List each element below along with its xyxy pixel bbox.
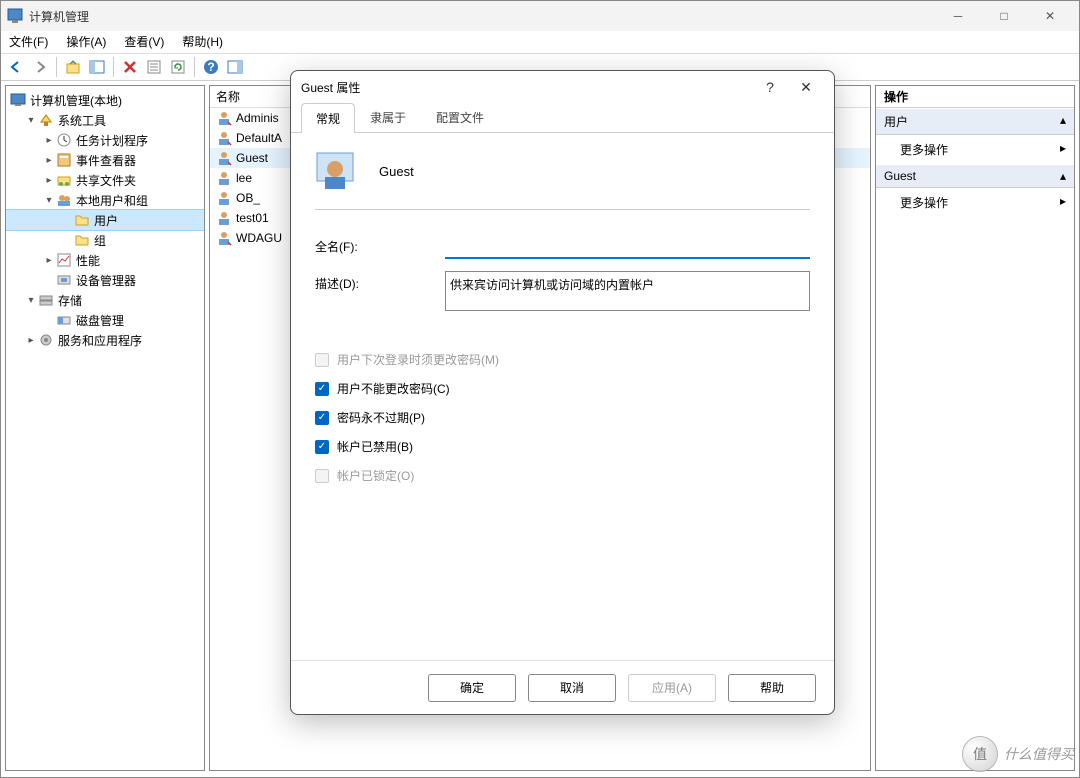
properties-dialog: Guest 属性 ? ✕ 常规 隶属于 配置文件 Guest 全名(F): 描述…	[290, 70, 835, 715]
tree-users[interactable]: 用户	[6, 210, 204, 230]
svg-text:?: ?	[207, 60, 214, 74]
folder-icon	[74, 232, 90, 248]
collapse-icon[interactable]: ▾	[24, 295, 38, 306]
description-label: 描述(D):	[315, 271, 445, 292]
watermark-text: 什么值得买	[1004, 744, 1074, 764]
refresh-button[interactable]	[167, 56, 189, 78]
fullname-label: 全名(F):	[315, 234, 445, 255]
expand-icon[interactable]: ▸	[42, 155, 56, 166]
tab-profile[interactable]: 配置文件	[421, 102, 499, 132]
expand-icon[interactable]: ▸	[42, 255, 56, 266]
expand-icon[interactable]: ▸	[24, 335, 38, 346]
apply-button[interactable]: 应用(A)	[628, 674, 716, 702]
help-button[interactable]: ?	[200, 56, 222, 78]
collapse-icon: ▴	[1060, 113, 1066, 130]
user-icon	[216, 130, 232, 146]
tree-system-tools[interactable]: ▾系统工具	[6, 110, 204, 130]
titlebar: 计算机管理 ─ □ ✕	[1, 1, 1079, 31]
collapse-icon[interactable]: ▾	[42, 195, 56, 206]
dialog-title: Guest 属性	[301, 79, 752, 96]
tab-strip: 常规 隶属于 配置文件	[291, 103, 834, 133]
actions-section-guest[interactable]: Guest▴	[876, 164, 1074, 188]
tree-root[interactable]: 计算机管理(本地)	[6, 90, 204, 110]
chevron-right-icon: ▸	[1060, 141, 1066, 158]
user-large-icon	[315, 151, 355, 191]
tree-performance[interactable]: ▸性能	[6, 250, 204, 270]
actions-section-users[interactable]: 用户▴	[876, 108, 1074, 135]
checkbox-icon	[315, 469, 329, 483]
tree-groups[interactable]: 组	[6, 230, 204, 250]
collapse-icon[interactable]: ▾	[24, 115, 38, 126]
tree-pane: 计算机管理(本地) ▾系统工具 ▸任务计划程序 ▸事件查看器 ▸共享文件夹 ▾本…	[5, 85, 205, 771]
menu-file[interactable]: 文件(F)	[7, 31, 50, 52]
tree-task-scheduler[interactable]: ▸任务计划程序	[6, 130, 204, 150]
tab-memberof[interactable]: 隶属于	[355, 102, 421, 132]
properties-button[interactable]	[143, 56, 165, 78]
cancel-button[interactable]: 取消	[528, 674, 616, 702]
computer-icon	[10, 92, 26, 108]
show-hide-tree-button[interactable]	[86, 56, 108, 78]
watermark: 值 什么值得买	[962, 736, 1074, 772]
ok-button[interactable]: 确定	[428, 674, 516, 702]
checkbox-icon	[315, 353, 329, 367]
tree-shared-folders[interactable]: ▸共享文件夹	[6, 170, 204, 190]
checkbox-cannot-change-password[interactable]: ✓ 用户不能更改密码(C)	[315, 380, 810, 397]
tree-local-users-groups[interactable]: ▾本地用户和组	[6, 190, 204, 210]
checkbox-icon: ✓	[315, 440, 329, 454]
checkbox-account-disabled[interactable]: ✓ 帐户已禁用(B)	[315, 438, 810, 455]
tree-disk-management[interactable]: 磁盘管理	[6, 310, 204, 330]
checkbox-must-change-password: 用户下次登录时须更改密码(M)	[315, 351, 810, 368]
dialog-close-button[interactable]: ✕	[788, 79, 824, 96]
checkbox-icon: ✓	[315, 411, 329, 425]
help-button[interactable]: 帮助	[728, 674, 816, 702]
maximize-button[interactable]: □	[981, 1, 1027, 31]
tab-general[interactable]: 常规	[301, 103, 355, 133]
collapse-icon: ▴	[1060, 169, 1066, 183]
checkbox-password-never-expires[interactable]: ✓ 密码永不过期(P)	[315, 409, 810, 426]
actions-more-users[interactable]: 更多操作▸	[876, 135, 1074, 164]
minimize-button[interactable]: ─	[935, 1, 981, 31]
user-icon	[216, 170, 232, 186]
close-button[interactable]: ✕	[1027, 1, 1073, 31]
tree-services-apps[interactable]: ▸服务和应用程序	[6, 330, 204, 350]
user-icon	[216, 150, 232, 166]
menu-view[interactable]: 查看(V)	[122, 31, 166, 52]
user-icon	[216, 210, 232, 226]
dialog-titlebar: Guest 属性 ? ✕	[291, 71, 834, 103]
tree-storage[interactable]: ▾存储	[6, 290, 204, 310]
delete-button[interactable]	[119, 56, 141, 78]
app-icon	[7, 8, 23, 24]
forward-button[interactable]	[29, 56, 51, 78]
menubar: 文件(F) 操作(A) 查看(V) 帮助(H)	[1, 31, 1079, 53]
show-hide-action-pane-button[interactable]	[224, 56, 246, 78]
fullname-input[interactable]	[445, 234, 810, 259]
user-icon	[216, 190, 232, 206]
watermark-icon: 值	[962, 736, 998, 772]
folder-icon	[74, 212, 90, 228]
expand-icon[interactable]: ▸	[42, 135, 56, 146]
window-title: 计算机管理	[29, 8, 935, 25]
checkbox-icon: ✓	[315, 382, 329, 396]
expand-icon[interactable]: ▸	[42, 175, 56, 186]
actions-pane: 操作 用户▴ 更多操作▸ Guest▴ 更多操作▸	[875, 85, 1075, 771]
tree-event-viewer[interactable]: ▸事件查看器	[6, 150, 204, 170]
user-icon	[216, 230, 232, 246]
checkbox-account-locked: 帐户已锁定(O)	[315, 467, 810, 484]
menu-help[interactable]: 帮助(H)	[180, 31, 225, 52]
menu-action[interactable]: 操作(A)	[64, 31, 108, 52]
actions-header: 操作	[876, 86, 1074, 108]
dialog-help-button[interactable]: ?	[752, 79, 788, 95]
back-button[interactable]	[5, 56, 27, 78]
tree-device-manager[interactable]: 设备管理器	[6, 270, 204, 290]
chevron-right-icon: ▸	[1060, 194, 1066, 211]
user-icon	[216, 110, 232, 126]
description-input[interactable]	[445, 271, 810, 311]
actions-more-guest[interactable]: 更多操作▸	[876, 188, 1074, 217]
user-name-display: Guest	[379, 164, 414, 179]
up-button[interactable]	[62, 56, 84, 78]
